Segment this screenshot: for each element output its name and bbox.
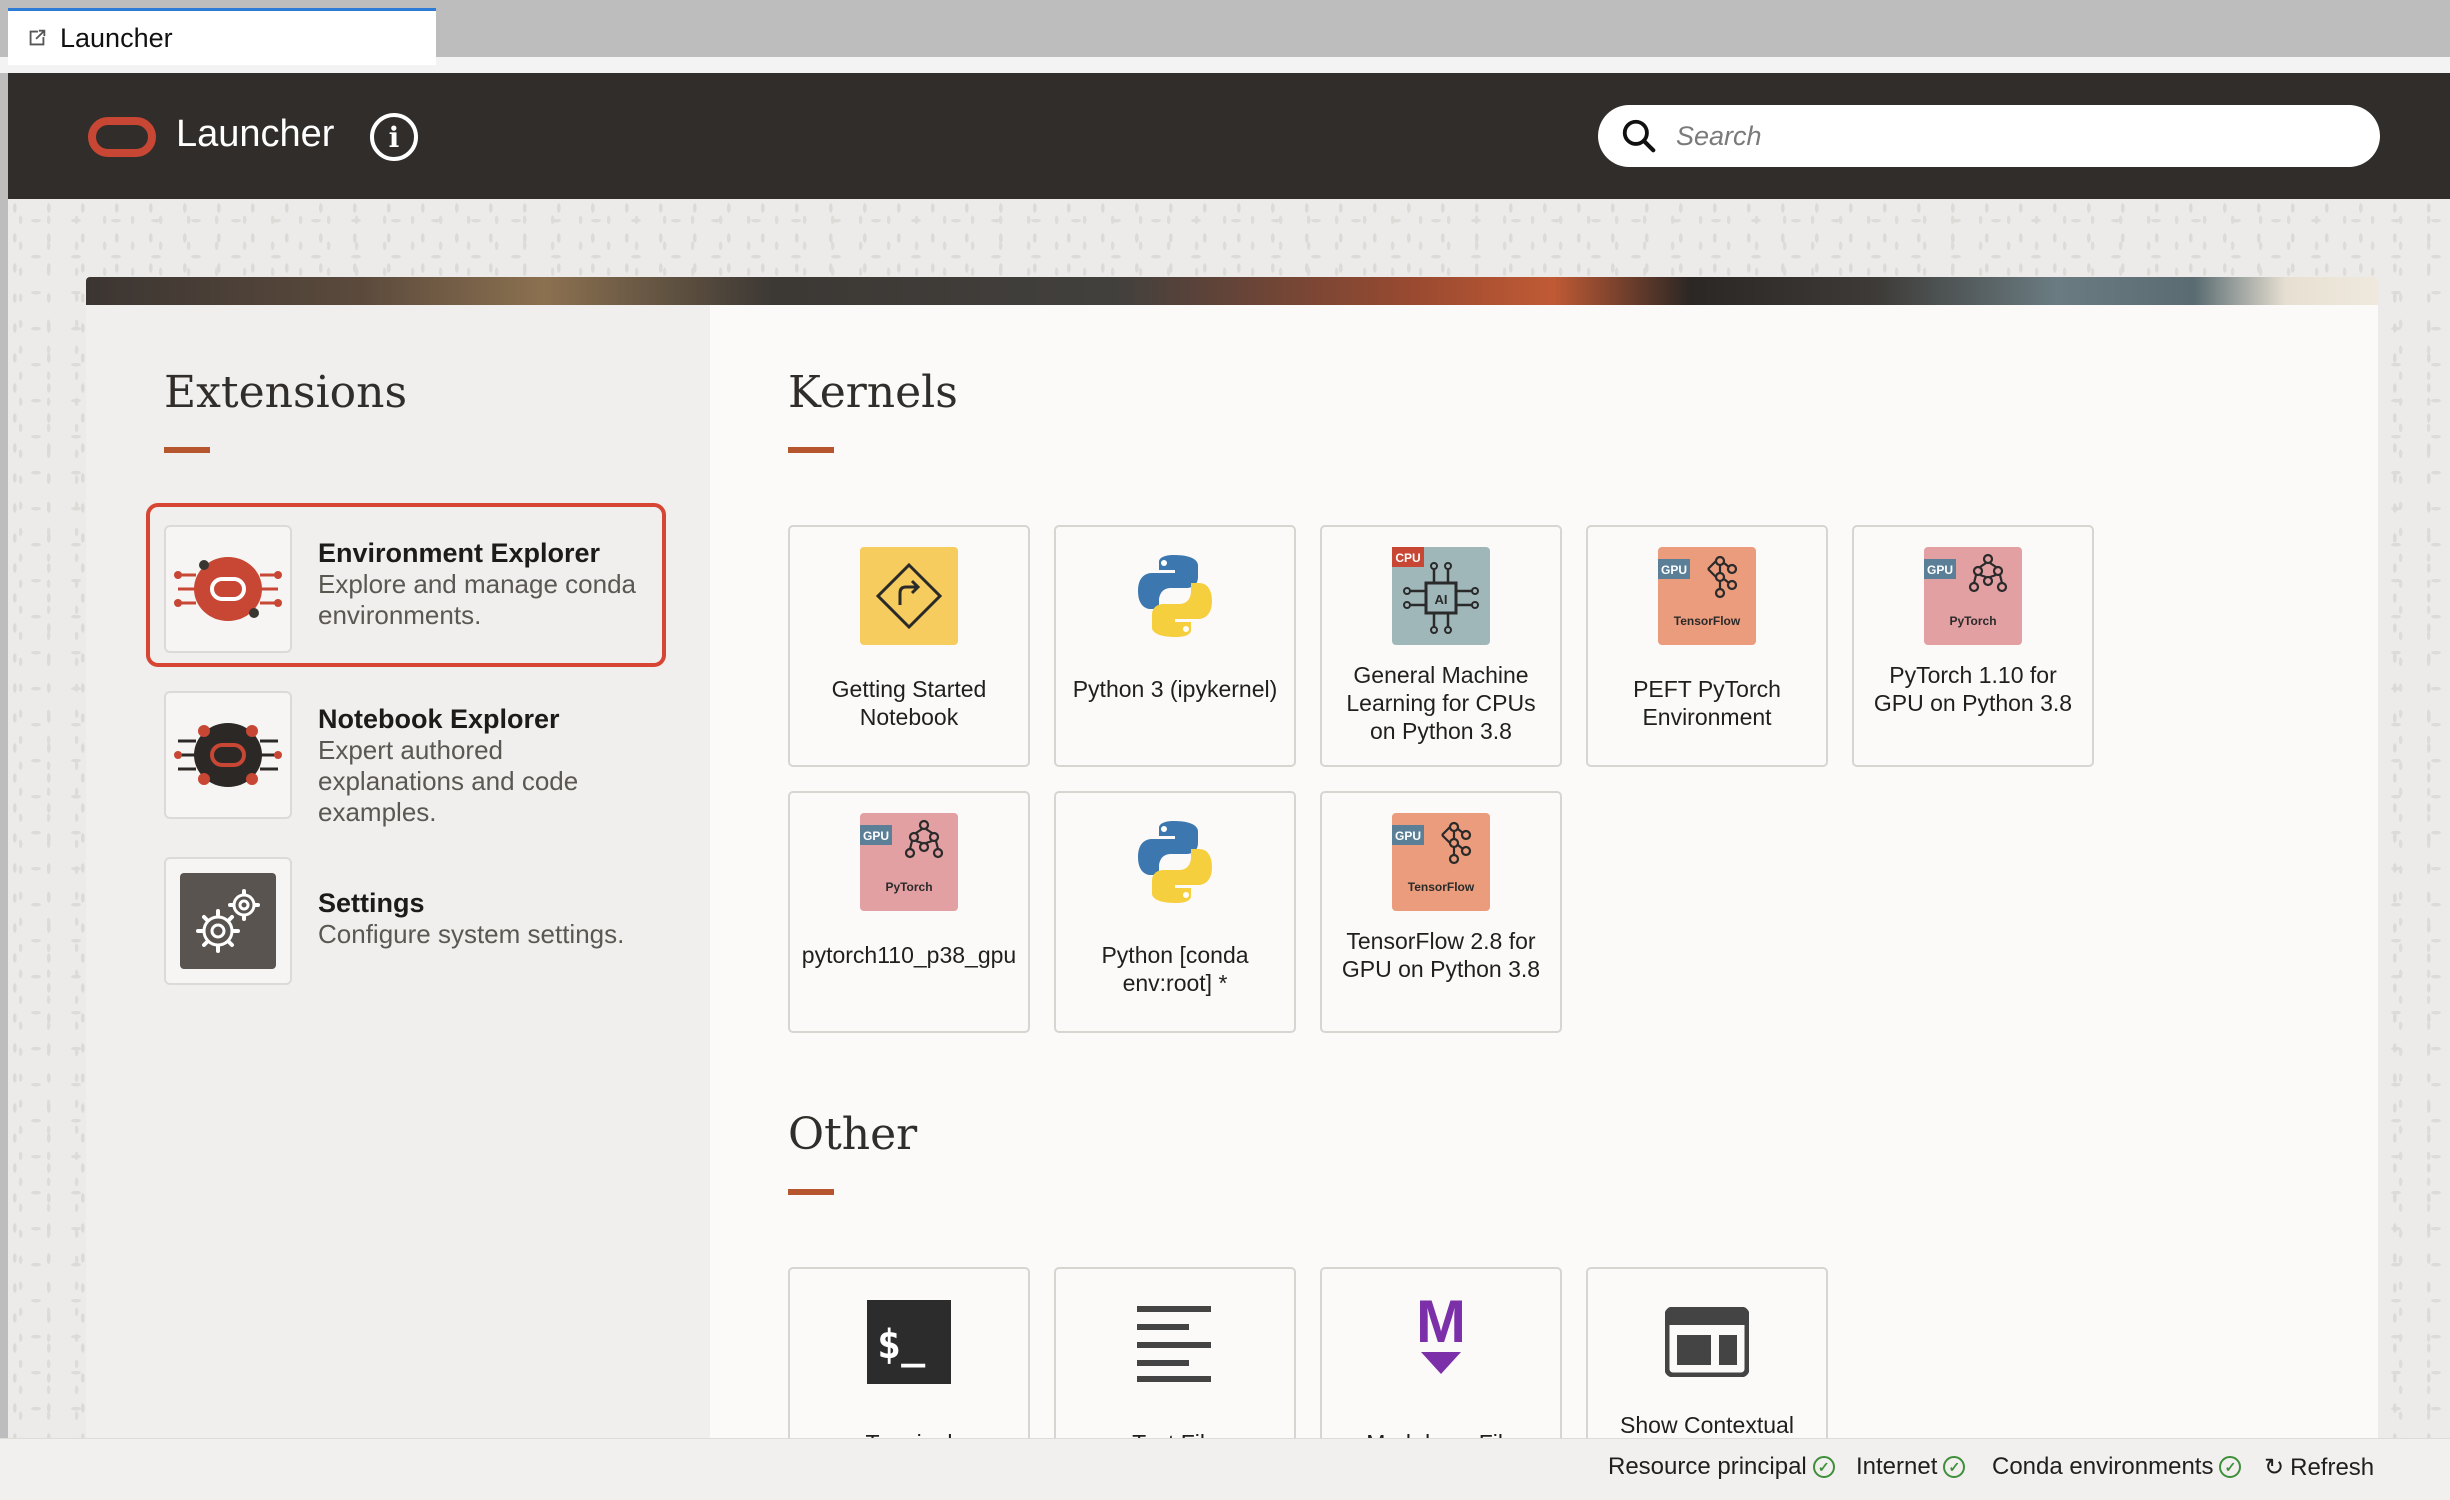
tensorflow-gpu-icon: GPU TensorFlow — [1658, 547, 1756, 645]
refresh-button[interactable]: ↻ Refresh — [2264, 1453, 2374, 1482]
launcher-panel: Extensions Environment Explorer Explore … — [86, 305, 2378, 1467]
ai-chip-cpu-icon: CPU AI — [1392, 547, 1490, 645]
svg-text:GPU: GPU — [1661, 563, 1687, 577]
status-label: Internet — [1856, 1453, 1938, 1480]
page-title: Launcher — [176, 113, 335, 155]
kernels-title: Kernels — [788, 367, 958, 418]
search-box[interactable] — [1598, 105, 2380, 167]
pytorch-gpu-icon: GPU PyTorch — [860, 813, 958, 911]
kernel-card-general-ml-cpu[interactable]: CPU AI General Machine Learning for CPUs… — [1320, 525, 1562, 767]
svg-text:GPU: GPU — [1927, 563, 1953, 577]
kernel-card-python-conda-root[interactable]: Python [conda env:root] * — [1054, 791, 1296, 1033]
terminal-icon: $_ — [860, 1293, 958, 1391]
framework-label: PyTorch — [885, 880, 932, 894]
launcher-card-text-file[interactable]: Text File — [1054, 1267, 1296, 1467]
kernel-label: TensorFlow 2.8 for GPU on Python 3.8 — [1341, 928, 1541, 982]
refresh-icon: ↻ — [2264, 1454, 2285, 1481]
launcher-card-markdown-file[interactable]: M Markdown File — [1320, 1267, 1562, 1467]
extension-description: Explore and manage conda environments. — [318, 569, 637, 630]
kernel-label: Python [conda env:root] * — [1101, 942, 1249, 996]
kernel-label: Getting Started Notebook — [831, 676, 987, 730]
check-circle-icon: ✓ — [2219, 1456, 2242, 1478]
svg-text:AI: AI — [1435, 592, 1448, 607]
tab-label: Launcher — [60, 22, 173, 53]
svg-text:$_: $_ — [877, 1322, 926, 1368]
notebook-explorer-icon — [164, 691, 292, 819]
extension-name: Settings — [318, 888, 425, 918]
kernel-label: PEFT PyTorch Environment — [1633, 676, 1781, 730]
status-bar: Resource principal ✓ Internet ✓ Conda en… — [0, 1438, 2450, 1500]
launcher-card-contextual-help[interactable]: Show Contextual Help — [1586, 1267, 1828, 1467]
check-circle-icon: ✓ — [1812, 1456, 1835, 1478]
extension-description: Expert authored explanations and code ex… — [318, 735, 579, 827]
framework-label: TensorFlow — [1408, 880, 1475, 894]
external-link-icon — [29, 29, 46, 46]
framework-label: PyTorch — [1949, 614, 1996, 628]
getting-started-icon — [860, 547, 958, 645]
status-internet: Internet ✓ — [1856, 1453, 1966, 1481]
check-circle-icon: ✓ — [1943, 1456, 1966, 1478]
refresh-label: Refresh — [2290, 1453, 2375, 1481]
settings-gear-icon — [164, 857, 292, 985]
status-resource-principal: Resource principal ✓ — [1608, 1453, 1835, 1481]
kernel-label: Python 3 (ipykernel) — [1072, 676, 1278, 702]
extension-environment-explorer[interactable]: Environment Explorer Explore and manage … — [164, 525, 644, 653]
python-logo-icon — [1126, 547, 1224, 645]
text-file-icon — [1126, 1293, 1224, 1391]
kernel-card-pytorch-gpu[interactable]: GPU PyTorch PyTorch 1.10 for GPU on Pyth… — [1852, 525, 2094, 767]
svg-text:GPU: GPU — [863, 829, 889, 843]
kernel-card-tensorflow-gpu[interactable]: GPU TensorFlow TensorFlow 2.8 for GPU on… — [1320, 791, 1562, 1033]
decorative-banner — [86, 277, 2378, 305]
launcher-card-terminal[interactable]: $_ Terminal — [788, 1267, 1030, 1467]
kernels-title-rule — [788, 447, 834, 453]
extension-name: Environment Explorer — [318, 538, 601, 568]
pytorch-gpu-icon: GPU PyTorch — [1924, 547, 2022, 645]
framework-label: TensorFlow — [1674, 614, 1741, 628]
oracle-logo-icon — [88, 117, 156, 157]
tab-launcher[interactable]: Launcher — [8, 8, 436, 65]
search-icon — [1622, 119, 1656, 153]
other-title: Other — [788, 1109, 918, 1160]
kernel-label: pytorch110_p38_gpu — [801, 942, 1017, 968]
extensions-title-rule — [164, 447, 210, 453]
extensions-sidebar: Extensions Environment Explorer Explore … — [86, 305, 710, 1438]
extensions-title: Extensions — [164, 367, 408, 418]
python-logo-icon — [1126, 813, 1224, 911]
status-label: Resource principal — [1608, 1453, 1807, 1480]
info-icon[interactable]: i — [370, 113, 418, 161]
search-input[interactable] — [1676, 120, 2326, 152]
contextual-help-icon — [1658, 1293, 1756, 1391]
other-title-rule — [788, 1189, 834, 1195]
extension-settings[interactable]: Settings Configure system settings. — [164, 857, 644, 985]
kernel-card-python3[interactable]: Python 3 (ipykernel) — [1054, 525, 1296, 767]
status-conda: Conda environments ✓ — [1992, 1453, 2242, 1481]
extension-description: Configure system settings. — [318, 919, 625, 949]
markdown-icon: M — [1392, 1293, 1490, 1391]
kernel-card-pytorch110[interactable]: GPU PyTorch pytorch110_p38_gpu — [788, 791, 1030, 1033]
extension-name: Notebook Explorer — [318, 704, 560, 734]
status-label: Conda environments — [1992, 1453, 2214, 1480]
svg-text:GPU: GPU — [1395, 829, 1421, 843]
svg-text:CPU: CPU — [1395, 551, 1420, 565]
extension-notebook-explorer[interactable]: Notebook Explorer Expert authored explan… — [164, 691, 644, 828]
kernel-label: PyTorch 1.10 for GPU on Python 3.8 — [1873, 662, 2073, 716]
kernel-label: General Machine Learning for CPUs on Pyt… — [1346, 662, 1536, 744]
app-header: Launcher i — [8, 73, 2450, 199]
tab-strip: Launcher — [0, 0, 2450, 73]
tensorflow-gpu-icon: GPU TensorFlow — [1392, 813, 1490, 911]
kernel-card-getting-started[interactable]: Getting Started Notebook — [788, 525, 1030, 767]
svg-text:M: M — [1416, 1294, 1466, 1355]
environment-explorer-icon — [164, 525, 292, 653]
kernel-card-peft-pytorch[interactable]: GPU TensorFlow PEFT PyTorch Environment — [1586, 525, 1828, 767]
